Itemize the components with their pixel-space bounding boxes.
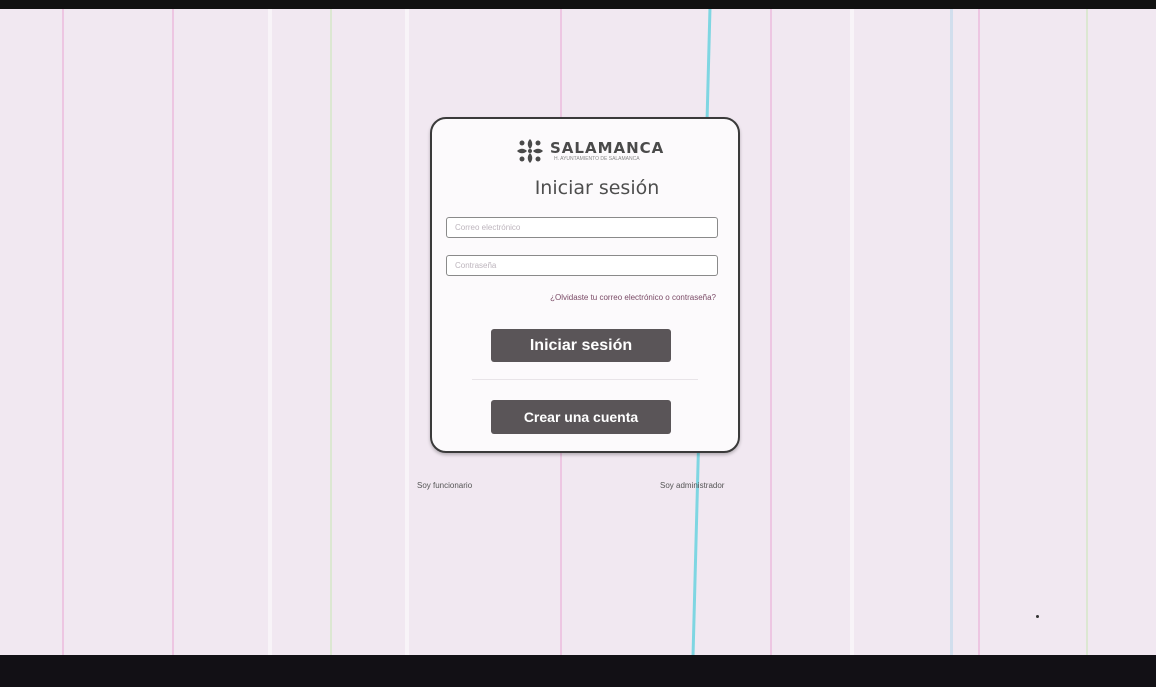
login-title: Iniciar sesión — [534, 177, 660, 199]
screen-streak — [172, 9, 174, 655]
email-field[interactable] — [446, 217, 718, 238]
official-login-link[interactable]: Soy funcionario — [417, 481, 472, 490]
screen-streak — [268, 9, 272, 655]
divider — [472, 379, 698, 380]
login-button[interactable]: Iniciar sesión — [491, 329, 671, 362]
brand-name: SALAMANCA — [550, 139, 665, 157]
admin-login-link[interactable]: Soy administrador — [660, 481, 724, 490]
screen-area: SALAMANCA H. AYUNTAMIENTO DE SALAMANCA I… — [0, 9, 1156, 655]
brand-logo: SALAMANCA H. AYUNTAMIENTO DE SALAMANCA — [514, 137, 664, 165]
password-field[interactable] — [446, 255, 718, 276]
brand-tagline: H. AYUNTAMIENTO DE SALAMANCA — [554, 156, 640, 162]
screen-streak — [950, 9, 953, 655]
create-account-button[interactable]: Crear una cuenta — [491, 400, 671, 434]
login-card: SALAMANCA H. AYUNTAMIENTO DE SALAMANCA I… — [430, 117, 740, 453]
screen-streak — [770, 9, 772, 655]
screen-streak — [405, 9, 409, 655]
screen-streak — [978, 9, 980, 655]
bottom-screen-border — [0, 655, 1156, 687]
screen-speck — [1036, 615, 1039, 618]
screen-streak — [1086, 9, 1088, 655]
screen-streak — [850, 9, 854, 655]
forgot-credentials-link[interactable]: ¿Olvidaste tu correo electrónico o contr… — [550, 293, 716, 302]
top-screen-border — [0, 0, 1156, 9]
screen-streak — [62, 9, 64, 655]
screen-streak — [330, 9, 332, 655]
flower-logo-icon — [514, 137, 546, 165]
